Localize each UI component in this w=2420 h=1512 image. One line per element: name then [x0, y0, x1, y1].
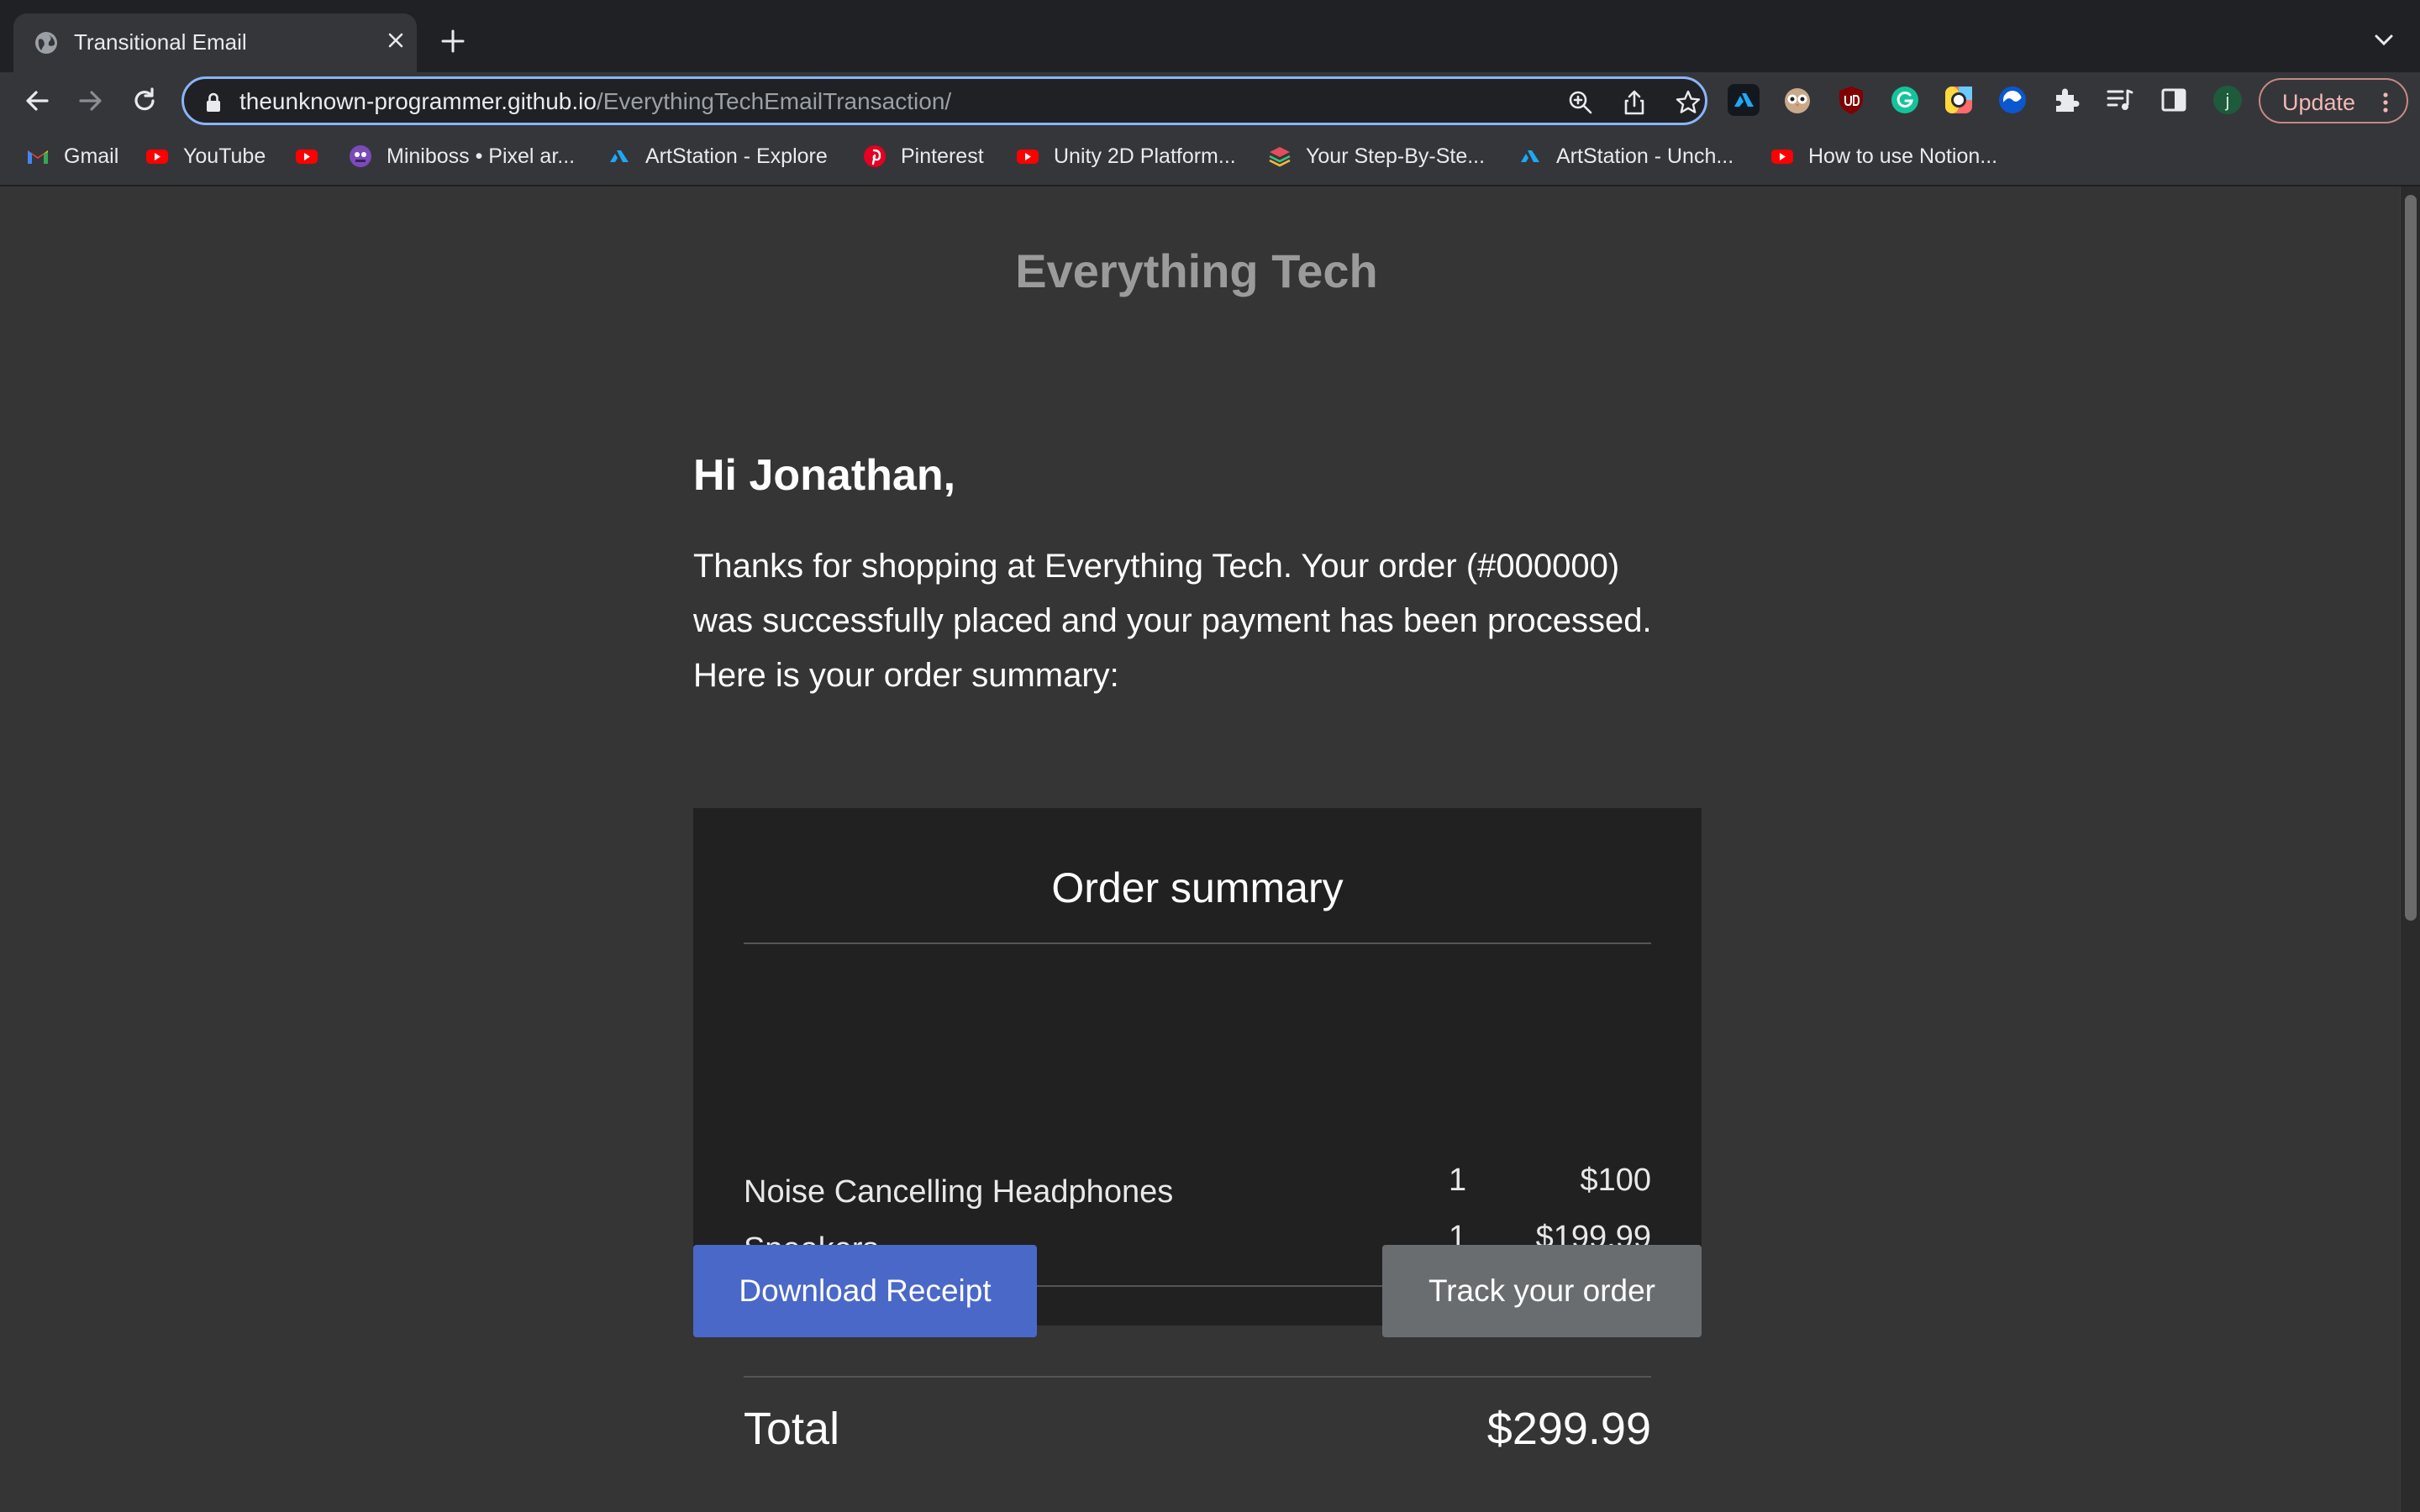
artstation-icon [1521, 150, 1539, 162]
pinterest-icon [864, 145, 886, 167]
zoom-icon[interactable] [1566, 88, 1595, 117]
bookmark-gmail[interactable]: Gmail [25, 141, 118, 171]
tab-transitional-email[interactable]: Transitional Email [13, 13, 417, 72]
intro-line: Thanks for shopping at Everything Tech. … [693, 548, 1620, 585]
bookmark-label: Your Step-By-Ste... [1306, 144, 1486, 168]
ublock-extension-icon[interactable] [1835, 84, 1867, 116]
artstation-extension-icon[interactable] [1728, 84, 1760, 116]
bookmark-star-icon[interactable] [1674, 88, 1702, 117]
gmail-icon [28, 150, 48, 164]
owl-extension-icon[interactable] [1781, 84, 1813, 116]
media-queue-icon[interactable] [2104, 84, 2136, 116]
bookmark-label: ArtStation - Unch... [1556, 144, 1734, 168]
youtube-icon [1771, 150, 1793, 164]
bookmark-youtube[interactable]: YouTube [145, 141, 266, 171]
scrollbar-thumb[interactable] [2405, 195, 2417, 921]
download-receipt-button[interactable]: Download Receipt [693, 1245, 1037, 1337]
miniboss-icon [350, 145, 371, 167]
grammarly-extension-icon[interactable] [1889, 84, 1921, 116]
tab-strip: Transitional Email [0, 0, 2420, 72]
bookmark-label: YouTube [183, 144, 266, 168]
chevron-down-icon[interactable] [2371, 30, 2396, 50]
color-picker-extension-icon[interactable] [1943, 84, 1975, 116]
youtube-icon [296, 150, 318, 164]
youtube-icon [146, 150, 168, 164]
back-arrow-icon[interactable] [20, 84, 54, 118]
intro-paragraph: Thanks for shopping at Everything Tech. … [693, 539, 1710, 703]
divider [744, 942, 1651, 944]
bookmark-notion-howto[interactable]: How to use Notion... [1770, 141, 1997, 171]
divider [744, 1376, 1651, 1378]
intro-line: was successfully placed and your payment… [693, 602, 1652, 639]
greeting: Hi Jonathan, [693, 451, 956, 500]
bookmark-label: Unity 2D Platform... [1054, 144, 1236, 168]
bookmark-label: Miniboss • Pixel ar... [387, 144, 576, 168]
item-name: Noise Cancelling Headphones [744, 1174, 1174, 1210]
bookmarks-bar: Gmail YouTube Miniboss • Pixel ar... Art… [0, 129, 2420, 186]
item-qty: 1 [1449, 1163, 1467, 1198]
bookmark-label: How to use Notion... [1808, 144, 1998, 168]
profile-initial: j [2225, 90, 2230, 111]
lock-icon[interactable] [204, 92, 223, 113]
bookmark-step-by-step[interactable]: Your Step-By-Ste... [1267, 141, 1485, 171]
side-panel-icon[interactable] [2158, 84, 2190, 116]
close-icon[interactable] [383, 28, 408, 53]
artstation-icon [610, 150, 629, 162]
update-button[interactable]: Update [2259, 78, 2408, 123]
forward-arrow-icon[interactable] [74, 84, 108, 118]
address-bar[interactable]: theunknown-programmer.github.io/Everythi… [182, 76, 1707, 125]
update-button-label: Update [2282, 90, 2356, 115]
reload-icon[interactable] [128, 84, 161, 118]
youtube-icon [1017, 150, 1039, 164]
globe-icon [35, 32, 57, 54]
bookmark-miniboss[interactable]: Miniboss • Pixel ar... [348, 141, 575, 171]
bookmark-label: ArtStation - Explore [645, 144, 828, 168]
url-text[interactable]: theunknown-programmer.github.io/Everythi… [239, 88, 951, 115]
item-price: $100 [1580, 1163, 1651, 1198]
page-scrollbar[interactable] [2400, 186, 2420, 1512]
bookmark-label: Gmail [64, 144, 119, 168]
email-page: Everything Tech Hi Jonathan, Thanks for … [0, 186, 2400, 1512]
track-order-button[interactable]: Track your order [1382, 1245, 1702, 1337]
new-tab-icon[interactable] [439, 27, 467, 55]
url-path: /EverythingTechEmailTransaction/ [596, 88, 952, 114]
stack-icon [1269, 147, 1291, 167]
total-value: $299.99 [1486, 1404, 1651, 1454]
order-summary-title: Order summary [1051, 864, 1344, 911]
url-host: theunknown-programmer.github.io [239, 88, 597, 114]
wave-extension-icon[interactable] [1996, 84, 2028, 116]
tab-title: Transitional Email [74, 29, 247, 55]
bookmark-youtube-2[interactable] [294, 141, 333, 171]
profile-avatar[interactable]: j [2212, 84, 2244, 116]
extensions-puzzle-icon[interactable] [2050, 84, 2082, 116]
total-label: Total [744, 1404, 840, 1454]
intro-line: Here is your order summary: [693, 657, 1119, 694]
share-icon[interactable] [1620, 88, 1649, 117]
brand-title: Everything Tech [1015, 244, 1378, 297]
bookmark-label: Pinterest [901, 144, 984, 168]
bookmark-artstation-explore[interactable]: ArtStation - Explore [607, 141, 828, 171]
browser-toolbar: theunknown-programmer.github.io/Everythi… [0, 72, 2420, 129]
more-vert-icon[interactable] [2381, 92, 2390, 113]
bookmark-artstation-unch[interactable]: ArtStation - Unch... [1518, 141, 1733, 171]
bookmark-unity-2d[interactable]: Unity 2D Platform... [1015, 141, 1236, 171]
bookmark-pinterest[interactable]: Pinterest [862, 141, 984, 171]
